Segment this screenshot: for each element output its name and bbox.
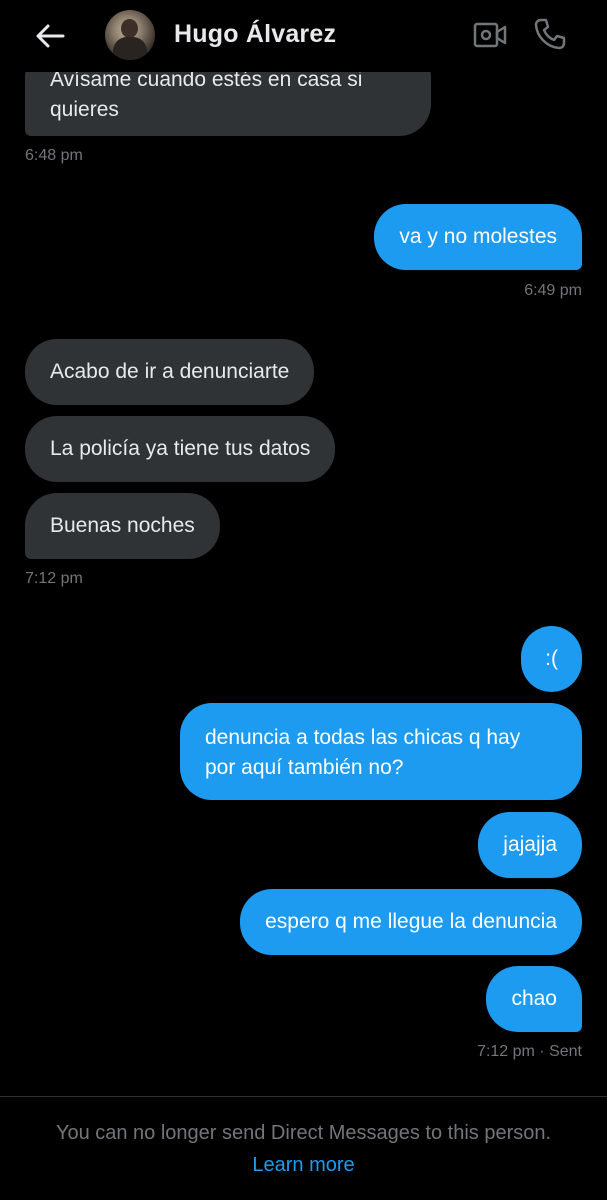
message-text: va y no molestes bbox=[399, 225, 557, 248]
dm-disabled-notice: You can no longer send Direct Messages t… bbox=[55, 1122, 552, 1144]
video-camera-icon bbox=[473, 22, 507, 48]
message-text: Acabo de ir a denunciarte bbox=[50, 360, 290, 383]
conversation-header: Hugo Álvarez bbox=[0, 0, 607, 72]
message-bubble-outgoing[interactable]: espero q me llegue la denuncia bbox=[240, 889, 582, 955]
learn-more-link[interactable]: Learn more bbox=[0, 1154, 607, 1177]
message-text: espero q me llegue la denuncia bbox=[265, 910, 557, 933]
message-text: :( bbox=[545, 647, 558, 670]
message-bubble-outgoing[interactable]: denuncia a todas las chicas q hay por aq… bbox=[180, 703, 582, 800]
back-button[interactable] bbox=[30, 20, 70, 52]
message-bubble-outgoing[interactable]: va y no molestes bbox=[374, 204, 582, 270]
message-timestamp: 7:12 pm · Sent bbox=[477, 1043, 582, 1060]
dm-conversation-screen: Avísame cuando estés en casa si quieres … bbox=[0, 0, 607, 1200]
message-text: La policía ya tiene tus datos bbox=[50, 437, 311, 460]
arrow-left-icon bbox=[36, 24, 65, 48]
message-text-line: quieres bbox=[50, 98, 119, 121]
phone-icon bbox=[534, 18, 566, 50]
message-text: chao bbox=[511, 987, 557, 1010]
message-text: Buenas noches bbox=[50, 514, 195, 537]
message-bubble-outgoing[interactable]: jajajja bbox=[478, 812, 582, 878]
message-text-line: denuncia a todas las chicas q hay bbox=[205, 726, 521, 749]
message-text-line: por aquí también no? bbox=[205, 756, 404, 779]
message-timestamp: 6:48 pm bbox=[25, 147, 83, 164]
message-timestamp: 7:12 pm bbox=[25, 570, 83, 587]
message-bubble-incoming[interactable]: Buenas noches bbox=[25, 493, 220, 559]
contact-name[interactable]: Hugo Álvarez bbox=[174, 20, 336, 49]
message-timestamp: 6:49 pm bbox=[524, 282, 582, 299]
message-bubble-outgoing[interactable]: :( bbox=[521, 626, 582, 692]
video-call-button[interactable] bbox=[470, 16, 510, 54]
voice-call-button[interactable] bbox=[530, 14, 570, 54]
message-bubble-incoming[interactable]: La policía ya tiene tus datos bbox=[25, 416, 336, 482]
message-text: jajajja bbox=[503, 833, 557, 856]
message-bubble-incoming[interactable]: Acabo de ir a denunciarte bbox=[25, 339, 315, 405]
avatar[interactable] bbox=[105, 10, 155, 60]
message-bubble-outgoing[interactable]: chao bbox=[486, 966, 582, 1032]
divider bbox=[0, 1096, 607, 1097]
